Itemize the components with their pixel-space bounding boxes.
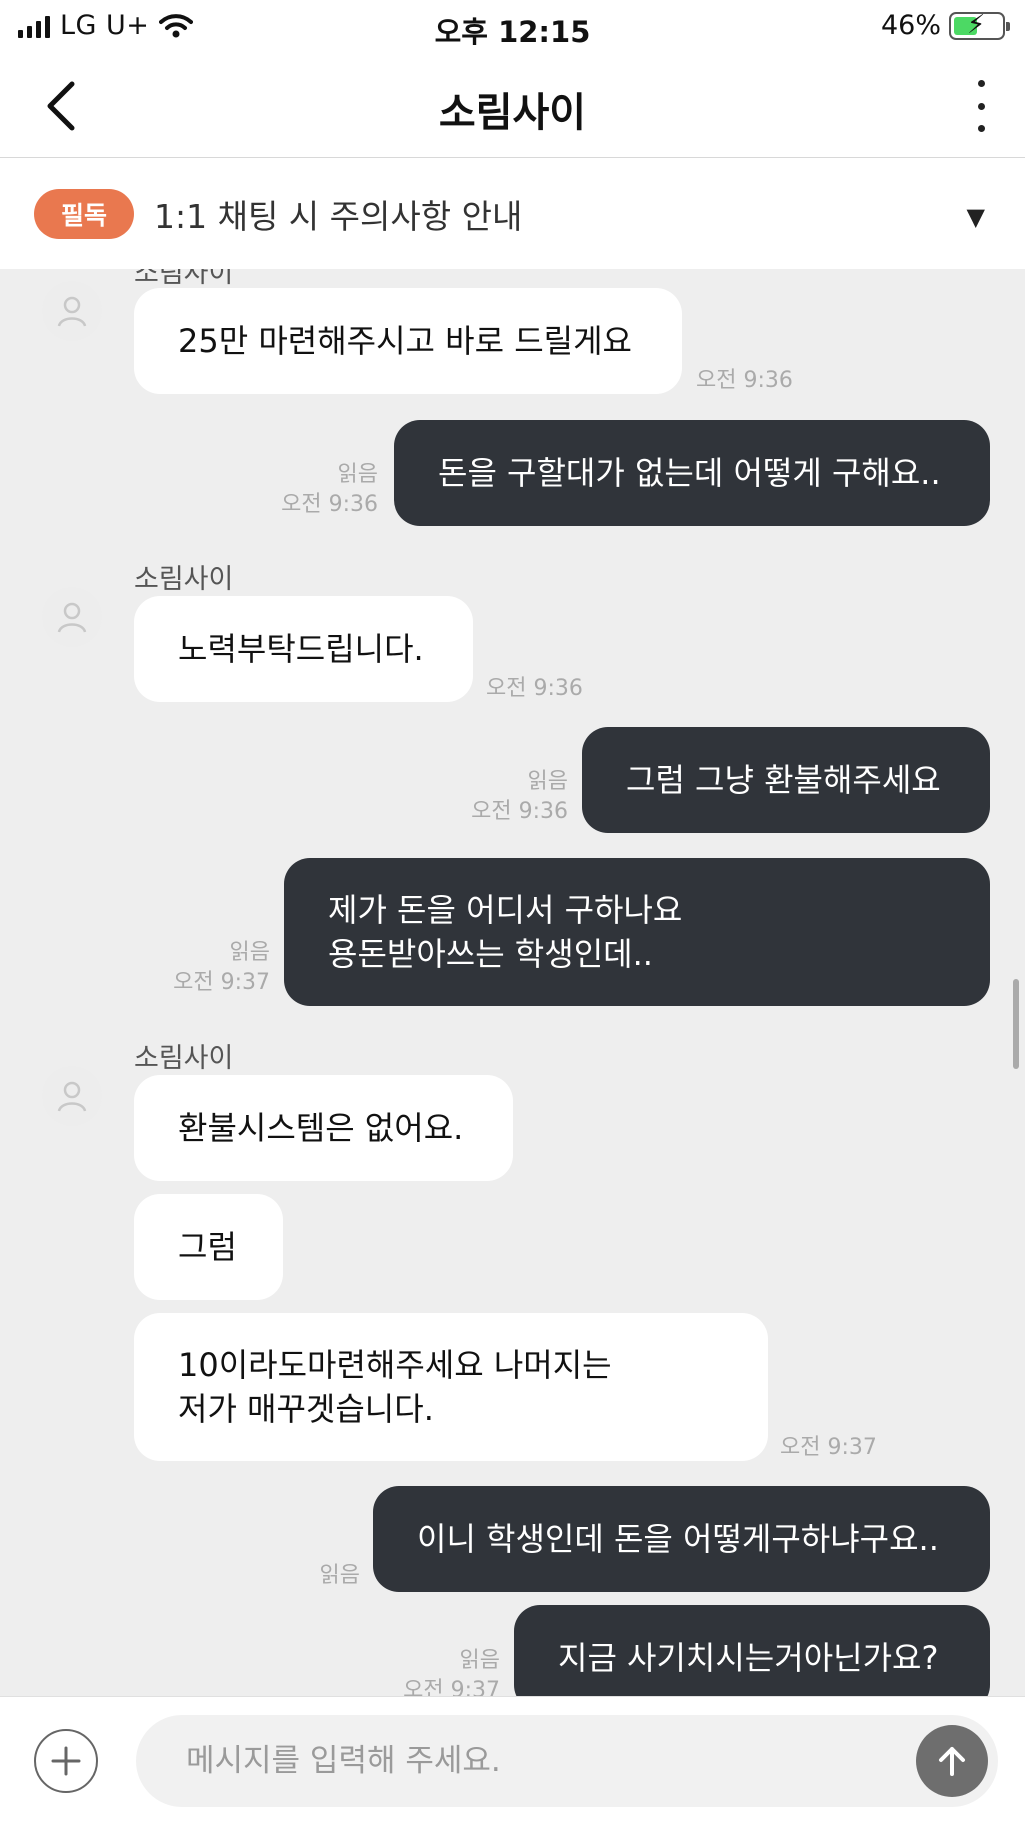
attach-plus-button[interactable] xyxy=(34,1729,98,1793)
message-text: 노력부탁드립니다. xyxy=(178,630,424,668)
message-time: 오전 9:37 xyxy=(403,1678,500,1696)
plus-icon xyxy=(51,1746,81,1776)
must-read-badge: 필독 xyxy=(34,189,134,239)
message-time: 오전 9:36 xyxy=(696,368,793,393)
sender-name: 소림사이 xyxy=(134,1043,234,1074)
avatar xyxy=(42,1066,102,1126)
expand-triangle-icon[interactable]: ▼ xyxy=(967,203,985,231)
nav-bar: 소림사이 xyxy=(0,56,1025,158)
message-text: 그럼 그냥 환불해주세요 xyxy=(626,761,941,799)
chat-title: 소림사이 xyxy=(438,90,587,136)
message-bubble-incoming[interactable]: 환불시스템은 없어요. xyxy=(134,1075,513,1181)
message-text: 환불시스템은 없어요. xyxy=(178,1109,464,1147)
message-text-line: 제가 돈을 어디서 구하나요 xyxy=(328,891,683,929)
read-receipt: 읽음 xyxy=(229,940,270,965)
message-time: 오전 9:37 xyxy=(780,1435,877,1460)
send-button[interactable] xyxy=(916,1725,988,1797)
read-receipt: 읽음 xyxy=(319,1563,360,1588)
message-text: 돈을 구할대가 없는데 어떻게 구해요.. xyxy=(438,454,941,492)
notice-banner[interactable]: 필독 1:1 채팅 시 주의사항 안내 ▼ xyxy=(0,159,1025,269)
message-text: 그럼 xyxy=(178,1228,237,1266)
chat-messages[interactable]: 소림사이 25만 마련해주시고 바로 드릴게요 오전 9:36 읽음 오전 9:… xyxy=(0,269,1025,1696)
message-input[interactable] xyxy=(136,1715,998,1807)
notice-text: 1:1 채팅 시 주의사항 안내 xyxy=(154,197,523,236)
battery-percent: 46% xyxy=(880,10,941,41)
arrow-up-icon xyxy=(939,1747,965,1776)
person-icon xyxy=(57,296,87,327)
message-text: 이니 학생인데 돈을 어떻게구하냐구요.. xyxy=(417,1520,939,1558)
message-text-line: 용돈받아쓰는 학생인데.. xyxy=(328,935,653,973)
clock: 오후 12:15 xyxy=(434,15,591,49)
message-text-line: 10이라도마련해주세요 나머지는 xyxy=(178,1346,612,1384)
more-options-icon[interactable] xyxy=(971,80,991,132)
message-time: 오전 9:36 xyxy=(486,676,583,701)
message-input-bar xyxy=(0,1696,1025,1822)
sender-name: 소림사이 xyxy=(134,564,234,595)
avatar xyxy=(42,587,102,647)
message-bubble-outgoing[interactable]: 이니 학생인데 돈을 어떻게구하냐구요.. xyxy=(373,1486,990,1592)
status-right: 46% ⚡ xyxy=(880,10,1010,41)
avatar xyxy=(42,281,102,341)
message-bubble-outgoing[interactable]: 그럼 그냥 환불해주세요 xyxy=(582,727,990,833)
message-time: 오전 9:37 xyxy=(173,970,270,995)
message-bubble-incoming[interactable]: 10이라도마련해주세요 나머지는 저가 매꾸겟습니다. xyxy=(134,1313,768,1461)
status-bar: LG U+ 오후 12:15 46% ⚡ xyxy=(0,0,1025,56)
read-receipt: 읽음 xyxy=(337,462,378,487)
scrollbar[interactable] xyxy=(1013,979,1019,1069)
message-time: 오전 9:36 xyxy=(471,799,568,824)
message-time: 오전 9:36 xyxy=(281,492,378,517)
message-bubble-incoming[interactable]: 25만 마련해주시고 바로 드릴게요 xyxy=(134,288,682,394)
person-icon xyxy=(57,1081,87,1112)
message-bubble-incoming[interactable]: 노력부탁드립니다. xyxy=(134,596,473,702)
read-receipt: 읽음 xyxy=(527,769,568,794)
person-icon xyxy=(57,602,87,633)
sender-name: 소림사이 xyxy=(134,269,234,289)
message-bubble-outgoing[interactable]: 제가 돈을 어디서 구하나요 용돈받아쓰는 학생인데.. xyxy=(284,858,990,1006)
message-text-line: 저가 매꾸겟습니다. xyxy=(178,1390,434,1428)
message-text: 지금 사기치시는거아닌가요? xyxy=(558,1639,939,1677)
battery-icon: ⚡ xyxy=(949,10,1010,40)
message-bubble-incoming[interactable]: 그럼 xyxy=(134,1194,283,1300)
message-bubble-outgoing[interactable]: 돈을 구할대가 없는데 어떻게 구해요.. xyxy=(394,420,990,526)
message-text: 25만 마련해주시고 바로 드릴게요 xyxy=(178,322,632,360)
read-receipt: 읽음 xyxy=(459,1648,500,1673)
message-bubble-outgoing[interactable]: 지금 사기치시는거아닌가요? xyxy=(514,1605,990,1696)
